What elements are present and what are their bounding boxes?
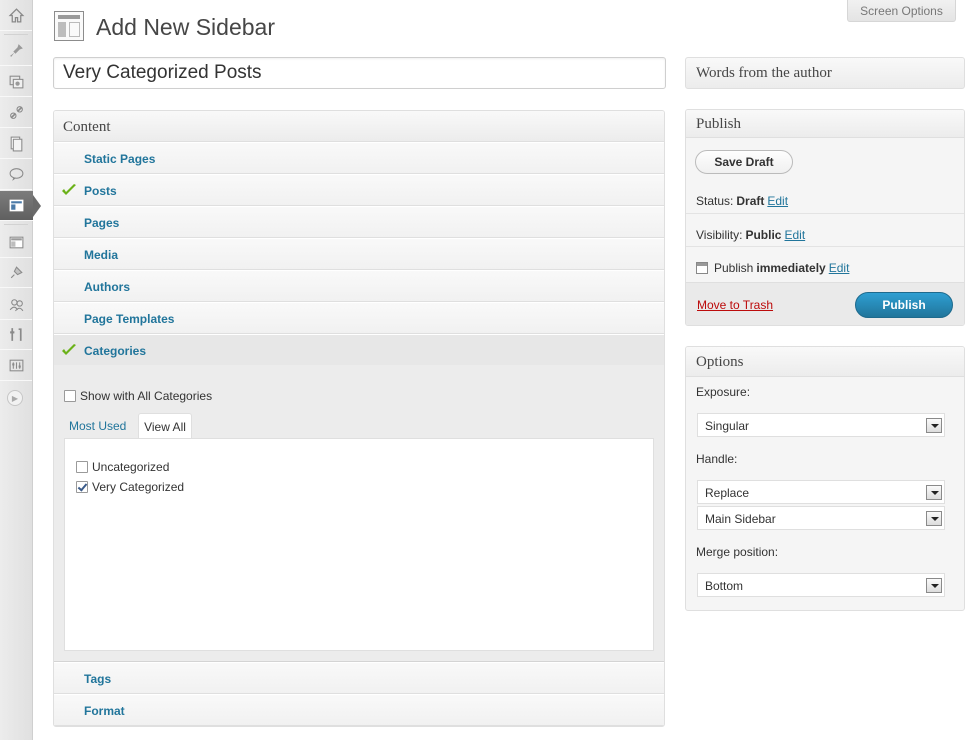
appearance-icon[interactable] xyxy=(0,228,32,258)
content-row-link[interactable]: Format xyxy=(84,704,125,718)
chevron-down-icon[interactable] xyxy=(926,418,942,433)
publish-actions: Move to Trash Publish xyxy=(686,282,964,325)
content-row-media[interactable]: Media xyxy=(54,238,664,270)
content-row-pages[interactable]: Pages xyxy=(54,206,664,238)
sidebar-value: Main Sidebar xyxy=(705,512,776,526)
sidebar-select[interactable]: Main Sidebar xyxy=(697,506,945,530)
content-row-tags[interactable]: Tags xyxy=(54,662,664,694)
visibility-value: Public xyxy=(745,227,782,242)
edit-visibility-link[interactable]: Edit xyxy=(784,228,805,242)
handle-label: Handle: xyxy=(696,452,738,466)
merge-position-select[interactable]: Bottom xyxy=(697,573,945,597)
exposure-value: Singular xyxy=(705,419,750,433)
checkbox-icon[interactable] xyxy=(76,461,88,473)
category-label: Very Categorized xyxy=(92,480,185,494)
exposure-label: Exposure: xyxy=(696,385,751,399)
settings-icon[interactable] xyxy=(0,351,32,381)
plugins-icon[interactable] xyxy=(0,258,32,288)
chevron-down-icon[interactable] xyxy=(926,578,942,593)
content-box: Content Static Pages Posts Pages Media Autho… xyxy=(53,110,665,727)
sidebar-page-icon xyxy=(54,11,84,41)
schedule-value: immediately xyxy=(756,260,826,275)
show-all-categories-checkbox[interactable]: Show with All Categories xyxy=(64,389,212,403)
content-row-link[interactable]: Page Templates xyxy=(84,312,174,326)
content-row-categories[interactable]: Categories xyxy=(54,334,664,366)
schedule-label: Publish xyxy=(714,260,754,275)
comments-icon[interactable] xyxy=(0,160,32,190)
handle-value: Replace xyxy=(705,486,750,500)
category-item-very-categorized[interactable]: Very Categorized xyxy=(76,480,184,494)
content-row-page-templates[interactable]: Page Templates xyxy=(54,302,664,334)
checkmark-icon xyxy=(62,184,76,195)
edit-status-link[interactable]: Edit xyxy=(767,194,788,208)
category-item-uncategorized[interactable]: Uncategorized xyxy=(76,460,169,474)
tab-view-all[interactable]: View All xyxy=(138,413,192,439)
sidebar-title-input[interactable] xyxy=(53,57,666,89)
checkmark-icon xyxy=(62,344,76,355)
content-row-link[interactable]: Tags xyxy=(84,672,111,686)
content-row-link[interactable]: Media xyxy=(84,248,118,262)
links-icon[interactable] xyxy=(0,98,32,128)
publish-box: Publish Save Draft Status: Draft Edit Vi… xyxy=(685,109,965,326)
tools-icon[interactable] xyxy=(0,320,32,350)
admin-menu: ▶ xyxy=(0,0,41,740)
schedule-line: Publish immediately Edit xyxy=(686,246,964,279)
calendar-icon xyxy=(696,261,708,274)
categories-panel: Show with All Categories Most Used View … xyxy=(54,365,664,662)
handle-select[interactable]: Replace xyxy=(697,480,945,504)
chevron-down-icon[interactable] xyxy=(926,511,942,526)
save-draft-button[interactable]: Save Draft xyxy=(695,150,793,174)
status-value: Draft xyxy=(736,194,765,208)
content-row-link[interactable]: Pages xyxy=(84,216,119,230)
pages-icon[interactable] xyxy=(0,129,32,159)
media-icon[interactable] xyxy=(0,67,32,97)
exposure-select[interactable]: Singular xyxy=(697,413,945,437)
chevron-down-icon[interactable] xyxy=(926,485,942,500)
checkbox-icon[interactable] xyxy=(64,390,76,402)
show-all-categories-label: Show with All Categories xyxy=(80,389,213,403)
content-row-static-pages[interactable]: Static Pages xyxy=(54,142,664,174)
content-row-authors[interactable]: Authors xyxy=(54,270,664,302)
content-row-format[interactable]: Format xyxy=(54,694,664,726)
status-line: Status: Draft Edit xyxy=(686,180,964,213)
visibility-line: Visibility: Public Edit xyxy=(686,213,964,246)
tab-most-used[interactable]: Most Used xyxy=(69,419,126,433)
menu-separator xyxy=(4,34,28,35)
publish-button[interactable]: Publish xyxy=(855,292,953,318)
checked-checkbox-icon[interactable] xyxy=(76,481,88,493)
collapse-menu-icon[interactable]: ▶ xyxy=(7,390,23,406)
category-label: Uncategorized xyxy=(92,460,170,474)
content-row-link[interactable]: Authors xyxy=(84,280,130,294)
sidebars-icon[interactable] xyxy=(0,191,41,221)
content-row-link[interactable]: Static Pages xyxy=(84,152,155,166)
content-row-link[interactable]: Categories xyxy=(84,344,146,358)
content-box-title: Content xyxy=(54,111,664,142)
content-row-posts[interactable]: Posts xyxy=(54,174,664,206)
dashboard-icon[interactable] xyxy=(0,1,32,31)
edit-schedule-link[interactable]: Edit xyxy=(829,261,850,275)
posts-icon[interactable] xyxy=(0,36,32,66)
options-box-title: Options xyxy=(686,347,964,377)
status-label: Status: xyxy=(696,194,734,208)
move-to-trash-link[interactable]: Move to Trash xyxy=(697,298,773,312)
users-icon[interactable] xyxy=(0,290,32,320)
publish-box-title: Publish xyxy=(686,110,964,138)
merge-position-label: Merge position: xyxy=(696,545,779,559)
screen-options-button[interactable]: Screen Options xyxy=(847,0,956,22)
merge-position-value: Bottom xyxy=(705,579,744,593)
content-row-link[interactable]: Posts xyxy=(84,184,117,198)
menu-separator xyxy=(4,224,28,225)
category-checklist: Uncategorized Very Categorized xyxy=(64,438,654,651)
page-title: Add New Sidebar xyxy=(96,14,275,40)
visibility-label: Visibility: xyxy=(696,227,743,242)
words-from-author-box[interactable]: Words from the author xyxy=(685,57,965,89)
options-box: Options Exposure: Singular Handle: Repla… xyxy=(685,346,965,611)
